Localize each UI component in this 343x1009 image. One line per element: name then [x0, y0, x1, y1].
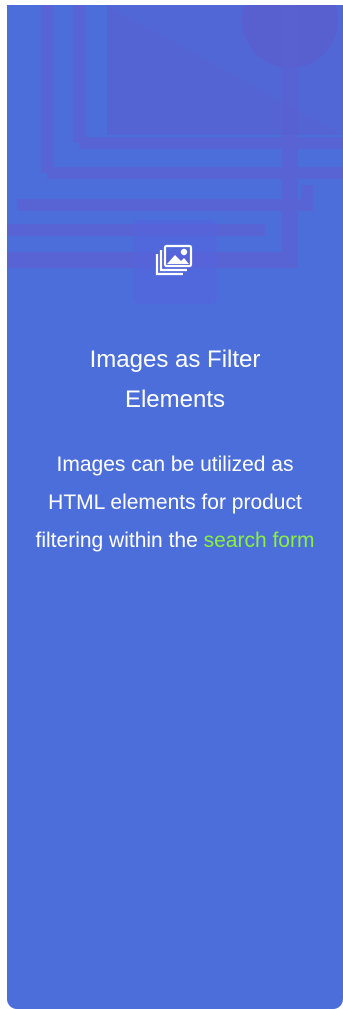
- feature-card: Images as Filter Elements Images can be …: [7, 5, 343, 1009]
- feature-icon-tile: [133, 220, 217, 304]
- feature-description: Images can be utilized as HTML elements …: [35, 446, 315, 560]
- feature-title: Images as Filter Elements: [7, 340, 343, 420]
- feature-title-line2: Elements: [124, 386, 226, 413]
- images-stack-icon: [155, 244, 193, 276]
- feature-title-line1: Images as Filter: [89, 346, 261, 373]
- search-form-link[interactable]: search form: [204, 529, 315, 552]
